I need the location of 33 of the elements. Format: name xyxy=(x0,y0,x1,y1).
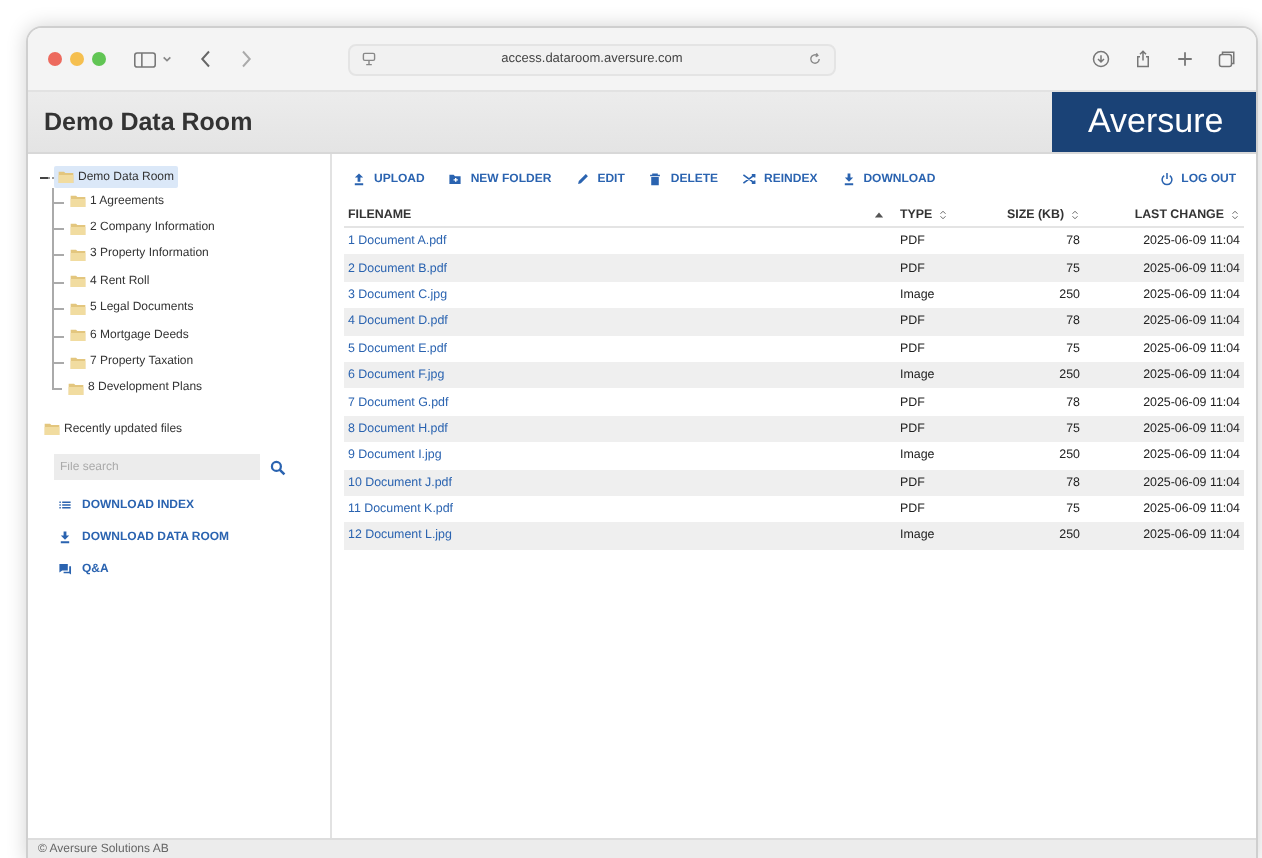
list-icon xyxy=(58,498,72,513)
back-icon[interactable] xyxy=(200,50,212,68)
folder-icon xyxy=(44,422,60,437)
power-icon xyxy=(1159,172,1174,186)
download-icon xyxy=(58,530,72,545)
trash-icon xyxy=(648,172,663,186)
sidebar-icon[interactable] xyxy=(134,51,156,67)
shuffle-icon xyxy=(742,172,757,186)
download-circle-icon[interactable] xyxy=(1092,50,1110,68)
close-button[interactable] xyxy=(48,52,62,66)
plus-icon[interactable] xyxy=(1176,50,1194,68)
share-icon[interactable] xyxy=(1134,50,1152,68)
logo: Aversure xyxy=(1052,92,1256,152)
page-title: Demo Data Room xyxy=(44,108,253,136)
folder-icon xyxy=(70,355,86,370)
folder-icon xyxy=(70,301,86,316)
search-icon[interactable] xyxy=(270,459,286,476)
folder-icon xyxy=(70,194,86,209)
tabs-icon[interactable] xyxy=(1218,50,1236,68)
folder-icon xyxy=(70,247,86,262)
chevron-down-icon[interactable] xyxy=(162,54,172,64)
folder-icon xyxy=(70,221,86,236)
folder-icon xyxy=(68,381,84,396)
folder-plus-icon xyxy=(448,172,463,186)
pencil-icon xyxy=(575,172,590,186)
reload-icon[interactable] xyxy=(808,52,822,66)
upload-icon xyxy=(352,172,366,186)
folder-icon xyxy=(58,170,74,184)
forward-icon[interactable] xyxy=(240,50,252,68)
download-icon xyxy=(841,172,856,186)
folder-icon xyxy=(70,328,86,343)
folder-icon xyxy=(70,274,86,289)
chat-icon xyxy=(58,562,72,577)
